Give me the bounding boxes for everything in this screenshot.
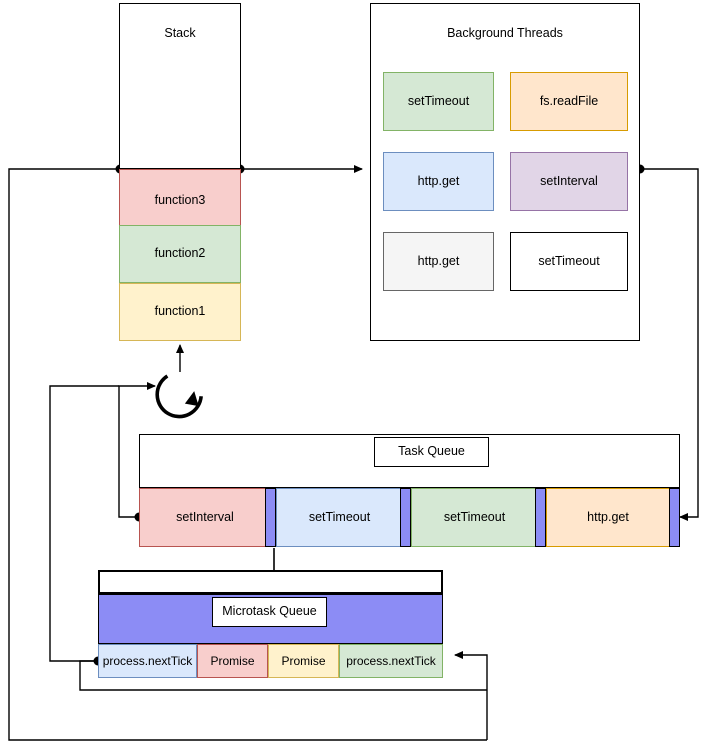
microtask-item-promise-1[interactable]: Promise <box>197 644 268 678</box>
microtask-queue-header-box <box>98 570 443 594</box>
background-task-label: fs.readFile <box>539 93 599 108</box>
background-task-http-get-2[interactable]: http.get <box>383 232 494 291</box>
task-queue-item-label: setTimeout <box>443 509 506 524</box>
task-queue-separator-4 <box>669 488 680 547</box>
microtask-item-label: Promise <box>281 653 326 668</box>
task-queue-item-setinterval[interactable]: setInterval <box>139 488 271 547</box>
task-queue-title: Task Queue <box>398 444 465 459</box>
task-queue-item-label: setInterval <box>176 509 234 524</box>
task-queue-item-settimeout-2[interactable]: setTimeout <box>411 488 538 547</box>
task-queue-separator-1 <box>265 488 276 547</box>
task-queue-separator-2 <box>400 488 411 547</box>
background-task-http-get-1[interactable]: http.get <box>383 152 494 211</box>
stack-panel: Stack <box>119 3 241 169</box>
stack-frame-function2[interactable]: function2 <box>119 225 241 283</box>
background-task-settimeout-2[interactable]: setTimeout <box>510 232 628 291</box>
wire-bottom-return-to-microtask <box>454 651 488 740</box>
stack-title: Stack <box>164 26 196 40</box>
stack-frame-function3[interactable]: function3 <box>119 169 241 232</box>
microtask-item-process-nexttick-2[interactable]: process.nextTick <box>339 644 443 678</box>
circular-arrow-icon <box>155 374 203 419</box>
task-queue-item-label: setTimeout <box>308 509 371 524</box>
microtask-item-process-nexttick-1[interactable]: process.nextTick <box>98 644 197 678</box>
background-threads-title: Background Threads <box>447 26 563 40</box>
background-task-label: setInterval <box>540 173 598 188</box>
background-task-label: setTimeout <box>538 253 600 268</box>
task-queue-item-settimeout-1[interactable]: setTimeout <box>276 488 403 547</box>
task-queue-item-label: http.get <box>587 509 629 524</box>
stack-frame-label: function3 <box>154 192 206 207</box>
microtask-item-label: Promise <box>210 653 255 668</box>
microtask-queue-title-box: Microtask Queue <box>212 597 327 627</box>
background-task-label: http.get <box>417 253 460 268</box>
task-queue-item-http-get[interactable]: http.get <box>546 488 670 547</box>
task-queue-title-box: Task Queue <box>374 437 489 467</box>
microtask-queue-title: Microtask Queue <box>222 604 317 619</box>
stack-frame-label: function1 <box>154 304 206 319</box>
background-task-settimeout-1[interactable]: setTimeout <box>383 72 494 131</box>
event-loop-diagram: Stack function3 function2 function1 Back… <box>0 0 710 749</box>
stack-frame-function1[interactable]: function1 <box>119 283 241 341</box>
background-task-setinterval[interactable]: setInterval <box>510 152 628 211</box>
microtask-item-label: process.nextTick <box>346 653 436 668</box>
stack-frame-label: function2 <box>154 246 206 261</box>
task-queue-separator-3 <box>535 488 546 547</box>
background-task-label: http.get <box>417 173 460 188</box>
microtask-item-label: process.nextTick <box>102 653 193 668</box>
background-task-fs-readfile[interactable]: fs.readFile <box>510 72 628 131</box>
microtask-item-promise-2[interactable]: Promise <box>268 644 339 678</box>
background-task-label: setTimeout <box>407 93 470 108</box>
